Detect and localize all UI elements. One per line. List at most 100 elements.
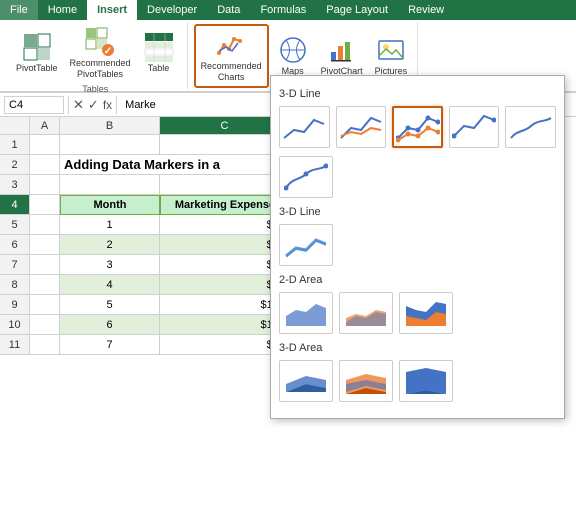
tab-formulas[interactable]: Formulas <box>250 0 316 20</box>
cell-b2-title[interactable]: Adding Data Markers in a <box>60 155 290 175</box>
chart-option-3dline[interactable] <box>279 224 333 266</box>
recommended-pivottables-button[interactable]: ✓ RecommendedPivotTables <box>66 24 135 82</box>
cell-b9[interactable]: 5 <box>60 295 160 315</box>
chart-option-line-markers[interactable] <box>392 106 443 148</box>
section-title-3dline: 3-D Line <box>279 206 556 218</box>
chart-option-line5[interactable] <box>505 106 556 148</box>
recommended-pivottables-label: RecommendedPivotTables <box>70 58 131 80</box>
pictures-icon <box>375 34 407 66</box>
grid-row-3 <box>30 175 290 195</box>
cell-a9[interactable] <box>30 295 60 315</box>
chart-option-line4[interactable] <box>449 106 500 148</box>
pictures-button[interactable]: Pictures <box>371 32 412 79</box>
tab-review[interactable]: Review <box>398 0 454 20</box>
chart-option-line6[interactable] <box>279 156 333 198</box>
cell-a11[interactable] <box>30 335 60 355</box>
row-num-11[interactable]: 11 <box>0 335 30 355</box>
formula-divider <box>68 96 69 114</box>
row-num-6[interactable]: 6 <box>0 235 30 255</box>
pivotchart-button[interactable]: PivotChart <box>317 32 367 79</box>
cell-b3[interactable] <box>60 175 160 195</box>
table-button[interactable]: Table <box>139 29 179 76</box>
chart-option-area3[interactable] <box>399 292 453 334</box>
tab-developer[interactable]: Developer <box>137 0 207 20</box>
cell-a1[interactable] <box>30 135 60 155</box>
pivottable-button[interactable]: PivotTable <box>12 29 62 76</box>
col-header-empty <box>0 117 30 135</box>
row-num-7[interactable]: 7 <box>0 255 30 275</box>
tables-group-label: Tables <box>82 82 108 94</box>
grid: Adding Data Markers in a Month Marketing… <box>30 135 290 355</box>
chart-dropdown-panel: 3-D Line <box>270 75 565 419</box>
chart-option-3darea2[interactable] <box>339 360 393 402</box>
pivotchart-icon <box>326 34 358 66</box>
section-title-2dline: 3-D Line <box>279 88 556 100</box>
row-num-5[interactable]: 5 <box>0 215 30 235</box>
chart-option-3darea3[interactable] <box>399 360 453 402</box>
cell-a3[interactable] <box>30 175 60 195</box>
tab-home[interactable]: Home <box>38 0 87 20</box>
recommended-pivottables-icon: ✓ <box>84 26 116 58</box>
maps-button[interactable]: Maps <box>273 32 313 79</box>
recommended-charts-label: RecommendedCharts <box>201 61 262 83</box>
cell-a4[interactable] <box>30 195 60 215</box>
chart-option-line1[interactable] <box>279 106 330 148</box>
tab-data[interactable]: Data <box>207 0 250 20</box>
cell-b5[interactable]: 1 <box>60 215 160 235</box>
cell-a8[interactable] <box>30 275 60 295</box>
ribbon-group-tables-items: PivotTable ✓ RecommendedPivotTables <box>12 24 179 82</box>
row-num-1[interactable]: 1 <box>0 135 30 155</box>
cell-b1[interactable] <box>60 135 160 155</box>
chart-option-line2[interactable] <box>336 106 387 148</box>
cell-b11[interactable]: 7 <box>60 335 160 355</box>
cell-a5[interactable] <box>30 215 60 235</box>
row-num-9[interactable]: 9 <box>0 295 30 315</box>
tab-insert[interactable]: Insert <box>87 0 137 20</box>
grid-row-5: 1 $56 <box>30 215 290 235</box>
row-num-8[interactable]: 8 <box>0 275 30 295</box>
cell-b8[interactable]: 4 <box>60 275 160 295</box>
cell-a2[interactable] <box>30 155 60 175</box>
grid-row-1 <box>30 135 290 155</box>
confirm-formula-icon[interactable]: ✓ <box>88 97 99 113</box>
tab-file[interactable]: File <box>0 0 38 20</box>
maps-icon <box>277 34 309 66</box>
table-icon <box>143 31 175 63</box>
cell-reference-box[interactable]: C4 <box>4 96 64 114</box>
grid-row-4: Month Marketing Expense <box>30 195 290 215</box>
formula-icons: ✕ ✓ fx <box>73 97 112 113</box>
grid-row-7: 3 $72 <box>30 255 290 275</box>
ribbon-group-tables: PivotTable ✓ RecommendedPivotTables <box>4 22 188 89</box>
chart-row-2darea <box>279 292 556 334</box>
charts-highlighted-container: RecommendedCharts <box>194 24 269 88</box>
row-num-3[interactable]: 3 <box>0 175 30 195</box>
cell-b7[interactable]: 3 <box>60 255 160 275</box>
cancel-formula-icon[interactable]: ✕ <box>73 97 84 113</box>
row-num-10[interactable]: 10 <box>0 315 30 335</box>
pivottable-label: PivotTable <box>16 63 58 74</box>
col-header-a[interactable]: A <box>30 117 60 135</box>
tab-page-layout[interactable]: Page Layout <box>316 0 398 20</box>
recommended-charts-icon <box>215 29 247 61</box>
row-num-2[interactable]: 2 <box>0 155 30 175</box>
cell-b10[interactable]: 6 <box>60 315 160 335</box>
grid-row-9: 5 $107 <box>30 295 290 315</box>
chart-row-3darea <box>279 360 556 402</box>
cell-b4-month-header[interactable]: Month <box>60 195 160 215</box>
chart-option-area1[interactable] <box>279 292 333 334</box>
grid-row-10: 6 $125 <box>30 315 290 335</box>
cell-b6[interactable]: 2 <box>60 235 160 255</box>
cell-a7[interactable] <box>30 255 60 275</box>
cell-a10[interactable] <box>30 315 60 335</box>
chart-row-2dline <box>279 106 556 148</box>
col-header-b[interactable]: B <box>60 117 160 135</box>
row-numbers: 1 2 3 4 5 6 7 8 9 10 11 <box>0 135 30 355</box>
row-num-4[interactable]: 4 <box>0 195 30 215</box>
recommended-charts-button[interactable]: RecommendedCharts <box>197 27 266 85</box>
insert-function-icon[interactable]: fx <box>103 98 112 112</box>
formula-divider-2 <box>116 96 117 114</box>
chart-row-3dline <box>279 224 556 266</box>
cell-a6[interactable] <box>30 235 60 255</box>
chart-option-3darea1[interactable] <box>279 360 333 402</box>
chart-option-area2[interactable] <box>339 292 393 334</box>
